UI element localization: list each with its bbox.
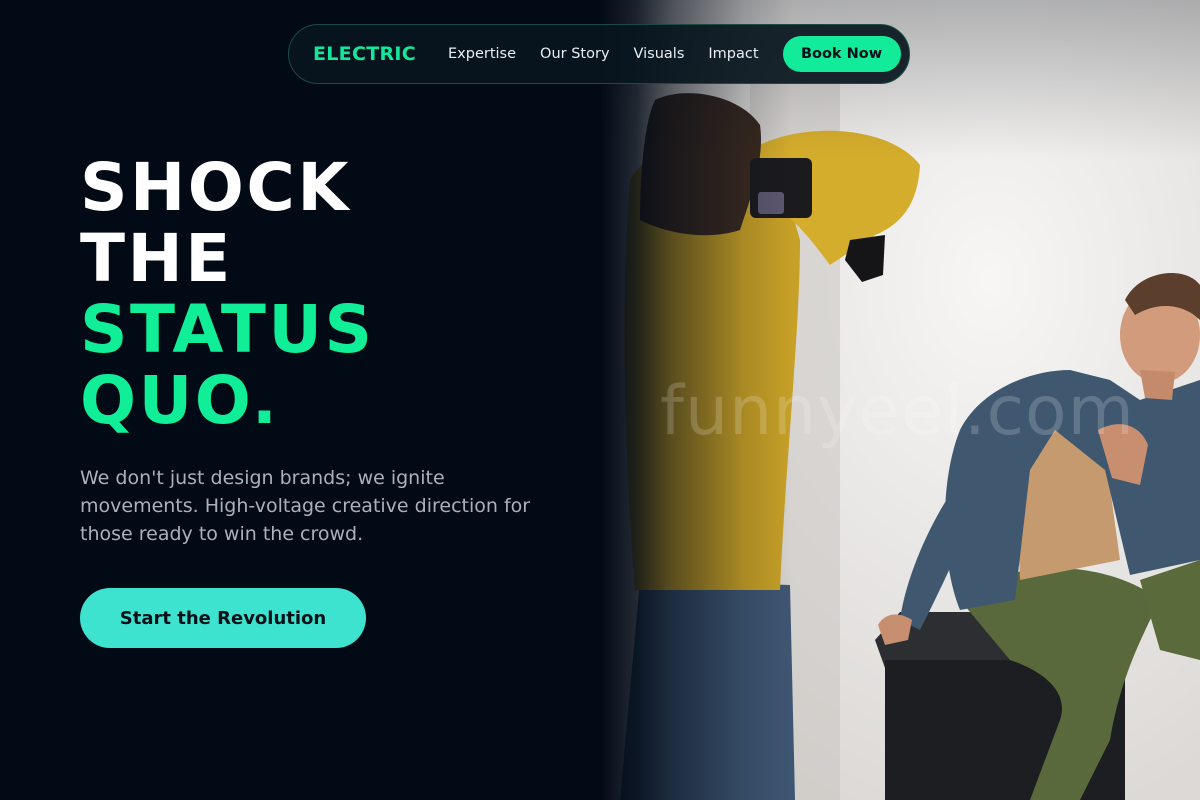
start-revolution-button[interactable]: Start the Revolution bbox=[80, 588, 366, 648]
nav-link-expertise[interactable]: Expertise bbox=[448, 46, 516, 62]
watermark-text: funnyeel.com bbox=[660, 372, 1135, 451]
top-nav: ELECTRIC Expertise Our Story Visuals Imp… bbox=[288, 24, 910, 84]
headline-line-4: QUO. bbox=[80, 362, 280, 439]
book-now-button[interactable]: Book Now bbox=[782, 36, 901, 72]
brand-logo[interactable]: ELECTRIC bbox=[313, 43, 416, 65]
hero-headline: SHOCK THE STATUS QUO. bbox=[80, 152, 375, 436]
nav-link-impact[interactable]: Impact bbox=[708, 46, 758, 62]
hero-photo: funnyeel.com bbox=[600, 0, 1200, 800]
hero-subtext: We don't just design brands; we ignite m… bbox=[80, 467, 531, 545]
headline-line-1: SHOCK bbox=[80, 149, 351, 226]
headline-line-3: STATUS bbox=[80, 291, 375, 368]
nav-link-visuals[interactable]: Visuals bbox=[634, 46, 685, 62]
nav-link-our-story[interactable]: Our Story bbox=[540, 46, 609, 62]
headline-line-2: THE bbox=[80, 220, 233, 297]
